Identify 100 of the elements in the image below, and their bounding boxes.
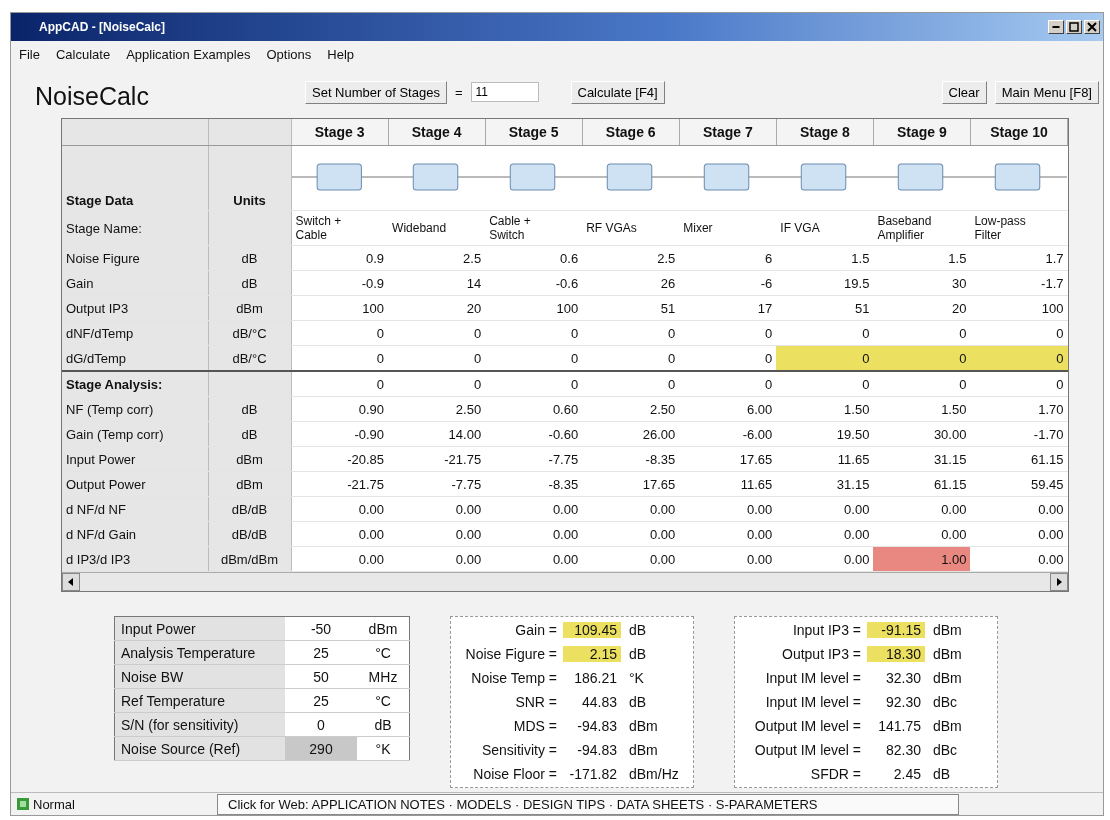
table-cell: 0.60 (485, 396, 583, 422)
table-cell[interactable]: 20 (873, 295, 971, 321)
table-cell: 17.65 (679, 446, 777, 472)
table-cell[interactable]: 0 (485, 345, 583, 371)
unit-label: dB (208, 421, 291, 447)
row-label: Gain (62, 270, 208, 296)
scroll-left-button[interactable] (62, 573, 80, 591)
parameter-value[interactable]: 25 (285, 688, 357, 713)
row-label: Input Power (62, 446, 208, 472)
table-cell[interactable]: -0.6 (485, 270, 583, 296)
table-cell: 0.00 (388, 496, 486, 522)
parameter-value[interactable]: 25 (285, 640, 357, 665)
result-label: Noise Temp = (470, 670, 558, 686)
menu-item[interactable]: Help (327, 47, 354, 62)
table-cell[interactable]: 0 (291, 345, 389, 371)
menu-item[interactable]: Options (266, 47, 312, 62)
result-label: Output IP3 = (781, 646, 862, 662)
table-cell[interactable]: -0.9 (291, 270, 389, 296)
table-cell[interactable]: 19.5 (776, 270, 874, 296)
clear-button[interactable]: Clear (941, 80, 987, 104)
table-cell[interactable]: 17 (679, 295, 777, 321)
row-label: Stage Name: (62, 210, 208, 246)
table-cell: 0.00 (291, 521, 389, 547)
table-cell: 61.15 (873, 471, 971, 497)
stages-input[interactable]: 11 (470, 82, 539, 102)
unit-label: dBm/Hz (628, 766, 680, 782)
table-cell[interactable]: 1.5 (873, 245, 971, 271)
table-cell: -7.75 (485, 446, 583, 472)
table-cell: 0 (679, 371, 777, 397)
table-cell: 59.45 (970, 471, 1068, 497)
table-cell[interactable]: 0 (776, 320, 874, 346)
parameter-label: Noise BW (114, 664, 285, 689)
close-button[interactable] (1084, 20, 1100, 34)
unit-label: °C (357, 688, 410, 713)
web-links-bar[interactable]: Click for Web: APPLICATION NOTES · MODELS · DESIGN TIPS · DATA SHEETS · S-PARAMETERS (217, 793, 959, 815)
close-icon (1087, 22, 1097, 32)
table-cell: 2.50 (582, 396, 680, 422)
unit-label: dB (357, 712, 410, 737)
unit-label: dBm (357, 616, 410, 641)
result-label: SNR = (514, 694, 558, 710)
table-cell: 26.00 (582, 421, 680, 447)
menu-item[interactable]: Application Examples (126, 47, 251, 62)
table-cell[interactable]: 0 (582, 320, 680, 346)
table-cell[interactable]: 51 (776, 295, 874, 321)
table-cell[interactable]: 100 (485, 295, 583, 321)
table-cell: 0.00 (970, 496, 1068, 522)
menu-item[interactable]: File (19, 47, 40, 62)
table-cell: 2.50 (388, 396, 486, 422)
table-cell[interactable]: 0 (485, 320, 583, 346)
calculate-button[interactable]: Calculate [F4] (570, 80, 665, 104)
table-cell[interactable]: 2.5 (582, 245, 680, 271)
table-cell: 61.15 (970, 446, 1068, 472)
unit-label: dB (628, 622, 648, 638)
table-cell[interactable]: 0.6 (485, 245, 583, 271)
parameter-label: Analysis Temperature (114, 640, 285, 665)
table-cell[interactable]: 6 (679, 245, 777, 271)
table-cell[interactable]: 1.5 (776, 245, 874, 271)
table-cell[interactable]: 20 (388, 295, 486, 321)
table-cell[interactable]: 0 (388, 345, 486, 371)
table-cell: 31.15 (776, 471, 874, 497)
table-cell[interactable]: 51 (582, 295, 680, 321)
main-menu-button[interactable]: Main Menu [F8] (994, 80, 1099, 104)
maximize-button[interactable] (1066, 20, 1082, 34)
table-cell[interactable]: 0 (388, 320, 486, 346)
result-value: 109.45 (563, 622, 621, 638)
table-cell[interactable]: 26 (582, 270, 680, 296)
minimize-button[interactable] (1048, 20, 1064, 34)
table-cell[interactable]: 1.7 (970, 245, 1068, 271)
table-cell[interactable]: 30 (873, 270, 971, 296)
table-cell[interactable]: 100 (291, 295, 389, 321)
table-cell[interactable]: 2.5 (388, 245, 486, 271)
scroll-right-button[interactable] (1050, 573, 1068, 591)
table-cell[interactable]: 0 (582, 345, 680, 371)
parameter-value[interactable]: -50 (285, 616, 357, 641)
parameter-value[interactable]: 0 (285, 712, 357, 737)
table-cell[interactable]: 0.9 (291, 245, 389, 271)
table-cell[interactable]: 0 (873, 320, 971, 346)
result-label: Noise Floor = (472, 766, 558, 782)
table-cell[interactable]: 100 (970, 295, 1068, 321)
table-cell: 0 (582, 371, 680, 397)
table-cell: -20.85 (291, 446, 389, 472)
table-cell[interactable]: -1.7 (970, 270, 1068, 296)
parameter-value[interactable]: 50 (285, 664, 357, 689)
table-cell[interactable]: 14 (388, 270, 486, 296)
table-cell[interactable]: 0 (873, 345, 971, 371)
table-cell[interactable]: 0 (970, 345, 1068, 371)
table-cell: 31.15 (873, 446, 971, 472)
table-cell[interactable]: 0 (291, 320, 389, 346)
table-cell: 17.65 (582, 471, 680, 497)
set-stages-button[interactable]: Set Number of Stages (305, 80, 447, 104)
table-cell[interactable]: 0 (679, 320, 777, 346)
table-cell: 1.00 (873, 546, 971, 572)
result-value: -171.82 (568, 766, 618, 782)
table-cell: 0.00 (679, 546, 777, 572)
menu-item[interactable]: Calculate (55, 47, 111, 62)
table-cell[interactable]: 0 (970, 320, 1068, 346)
table-cell: 30.00 (873, 421, 971, 447)
table-cell[interactable]: 0 (776, 345, 874, 371)
parameter-value[interactable]: 290 (285, 736, 357, 761)
table-cell[interactable]: -6 (679, 270, 777, 296)
